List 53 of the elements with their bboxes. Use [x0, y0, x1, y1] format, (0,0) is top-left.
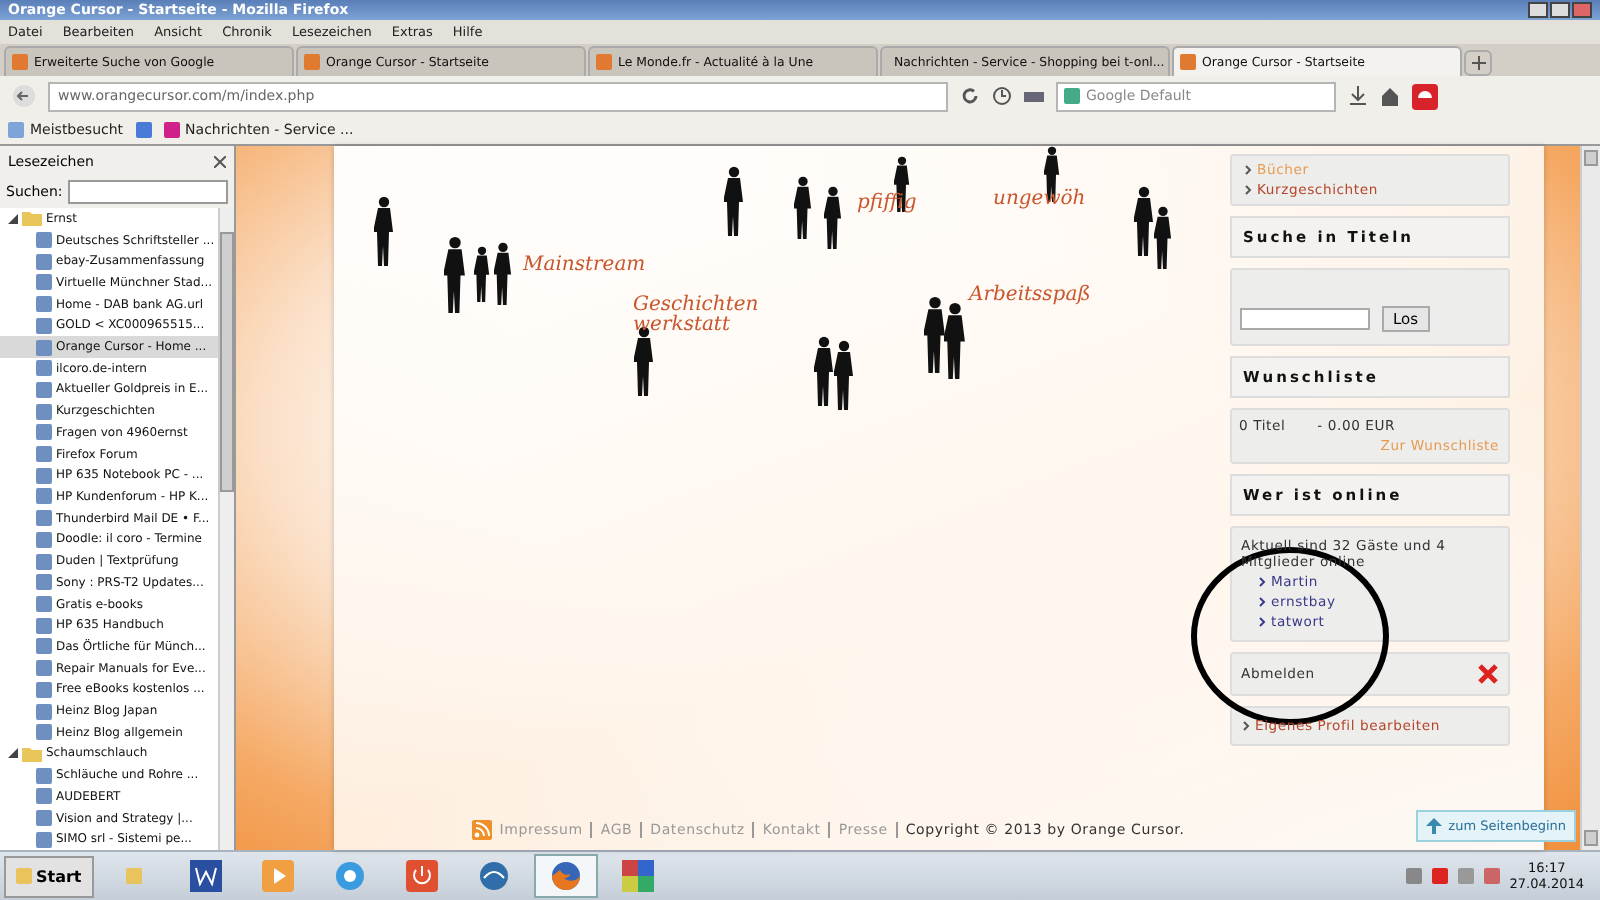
download-icon[interactable]	[1348, 86, 1368, 106]
person-silhouette-drawing	[443, 236, 465, 316]
play-icon	[261, 860, 294, 892]
favicon-icon	[1180, 54, 1196, 70]
person-silhouette-drawing	[473, 246, 489, 304]
fox-globe-icon	[549, 860, 582, 892]
folder-icon	[22, 745, 42, 762]
plus-icon	[1471, 56, 1485, 70]
chevron-icon	[1241, 720, 1249, 732]
person-silhouette-drawing	[833, 340, 853, 412]
person-silhouette-drawing	[1133, 186, 1153, 258]
favicon-icon	[12, 54, 28, 70]
person-silhouette-drawing	[943, 302, 965, 382]
banner-slogan: Arbeitsspaß	[969, 286, 1091, 306]
close-icon[interactable]	[214, 155, 226, 167]
person-silhouette-drawing	[493, 242, 511, 307]
person-silhouette-drawing	[793, 176, 811, 241]
scrollbar[interactable]	[218, 208, 234, 850]
search-engine-icon	[1064, 88, 1080, 104]
person-silhouette-drawing	[1153, 206, 1171, 271]
scrollbar[interactable]	[1580, 146, 1600, 850]
person-silhouette-drawing	[723, 166, 743, 238]
title-search-field[interactable]	[1239, 308, 1369, 330]
expand-arrow-icon[interactable]	[8, 213, 18, 224]
power-icon	[405, 860, 438, 892]
tools-icon	[621, 860, 654, 892]
banner-slogan: Geschichten werkstatt	[633, 296, 761, 336]
search-field[interactable]	[68, 180, 228, 204]
bookmark-icon	[8, 122, 24, 138]
person-silhouette-drawing	[373, 196, 393, 268]
up-arrow-icon	[1426, 818, 1443, 834]
person-silhouette-drawing	[813, 336, 833, 408]
favicon-icon	[163, 122, 180, 138]
close-icon[interactable]	[1477, 664, 1497, 684]
word-document-icon	[189, 860, 222, 892]
banner-slogan: ungewöh	[993, 190, 1086, 210]
bookmark-icon	[135, 122, 152, 138]
globe-e-icon	[333, 860, 366, 892]
favicon-icon	[596, 54, 612, 70]
restore-button[interactable]	[1550, 2, 1570, 18]
reload-icon[interactable]	[960, 86, 980, 106]
person-silhouette-drawing	[923, 296, 945, 376]
expand-arrow-icon[interactable]	[8, 748, 18, 759]
banner-slogan: Mainstream	[523, 256, 646, 276]
home-icon[interactable]	[1380, 86, 1400, 106]
minimize-button[interactable]	[1528, 2, 1548, 18]
person-silhouette-drawing	[823, 186, 841, 251]
start-button[interactable]: Start	[4, 855, 94, 897]
taskbar-app[interactable]	[533, 854, 598, 898]
history-icon[interactable]	[992, 86, 1012, 106]
folder-icon	[125, 868, 142, 884]
favicon-icon	[304, 54, 320, 70]
back-icon[interactable]	[12, 84, 36, 108]
